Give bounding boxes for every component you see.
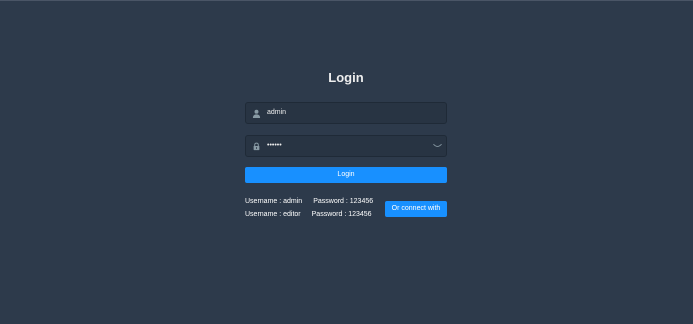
tip-password: Password : 123456 [313,198,374,205]
lock-icon [253,142,260,151]
tip-username: Username : editor [245,211,301,218]
credentials-tip-editor: Username : editor Password : 123456 [245,210,372,220]
tip-username: Username : admin [245,198,303,205]
login-button[interactable]: Login [245,167,447,183]
username-field[interactable]: admin [245,102,447,124]
password-field[interactable]: •••••• [245,135,447,157]
user-icon [252,109,261,118]
password-value[interactable]: •••••• [267,141,282,151]
connect-with-button[interactable]: Or connect with [385,201,447,217]
credentials-tip-admin: Username : admin Password : 123456 [245,197,373,207]
top-border [0,0,693,1]
page-title: Login [328,70,364,85]
username-value[interactable]: admin [267,108,286,118]
tip-password: Password : 123456 [311,211,372,218]
eye-icon[interactable] [433,143,442,149]
